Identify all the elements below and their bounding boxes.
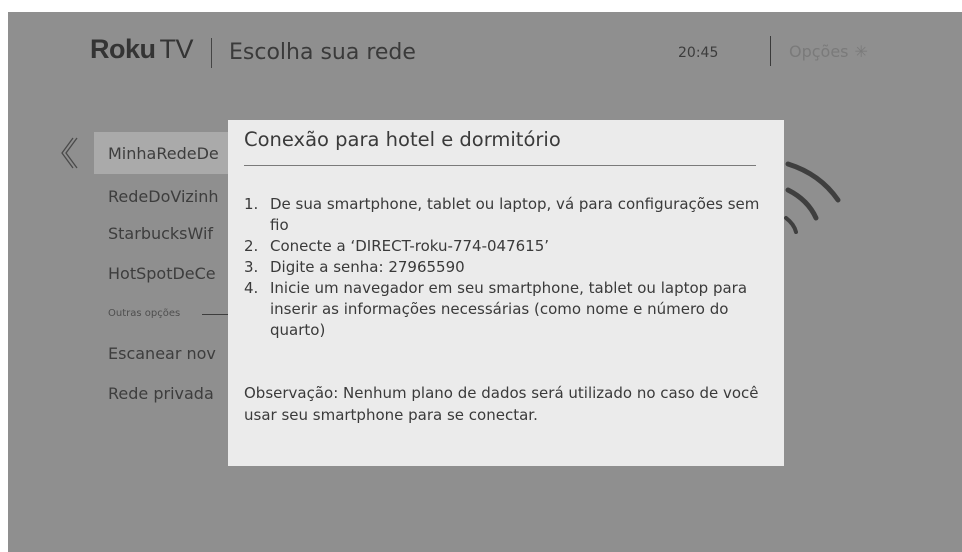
dialog-divider [244, 165, 756, 166]
step-text: Inicie um navegador em seu smartphone, t… [270, 279, 748, 339]
instruction-step: 4. Inicie um navegador em seu smartphone… [244, 278, 774, 341]
step-text: De sua smartphone, tablet ou laptop, vá … [270, 195, 760, 234]
page-title: Escolha sua rede [229, 40, 416, 65]
logo-brand: Roku [90, 34, 156, 64]
options-divider [770, 36, 771, 66]
header-divider [211, 38, 212, 68]
step-number: 2. [244, 237, 259, 255]
scan-networks-item[interactable]: Escanear nov [108, 344, 216, 363]
options-label: Opções [789, 42, 849, 61]
dialog-title: Conexão para hotel e dormitório [244, 128, 561, 151]
dialog-note: Observação: Nenhum plano de dados será u… [244, 384, 759, 424]
step-text: Conecte a ‘DIRECT-roku-774-047615’ [270, 237, 550, 255]
instruction-step: 1. De sua smartphone, tablet ou laptop, … [244, 194, 774, 236]
instruction-step: 2. Conecte a ‘DIRECT-roku-774-047615’ [244, 236, 774, 257]
step-number: 4. [244, 279, 259, 297]
network-item-0[interactable]: MinhaRedeDe [108, 144, 219, 163]
network-item-3[interactable]: HotSpotDeCe [108, 264, 216, 283]
hotel-connection-dialog: Conexão para hotel e dormitório 1. De su… [228, 120, 784, 466]
network-item-1[interactable]: RedeDoVizinh [108, 187, 219, 206]
tv-screen: Roku TV Escolha sua rede 20:45 Opções ✳ Mi… [8, 12, 962, 552]
instruction-steps: 1. De sua smartphone, tablet ou laptop, … [244, 194, 774, 341]
options-button[interactable]: Opções ✳ [789, 42, 868, 61]
roku-tv-logo: Roku TV [90, 34, 194, 65]
logo-suffix: TV [159, 34, 194, 64]
clock: 20:45 [678, 45, 719, 61]
step-number: 3. [244, 258, 259, 276]
step-text: Digite a senha: 27965590 [270, 258, 465, 276]
network-item-2[interactable]: StarbucksWif [108, 224, 213, 243]
chevron-left-icon[interactable] [58, 136, 78, 170]
step-number: 1. [244, 195, 259, 213]
private-network-item[interactable]: Rede privada [108, 384, 214, 403]
other-options-label: Outras opções [108, 308, 181, 319]
asterisk-icon: ✳ [854, 42, 868, 61]
instruction-step: 3. Digite a senha: 27965590 [244, 257, 774, 278]
